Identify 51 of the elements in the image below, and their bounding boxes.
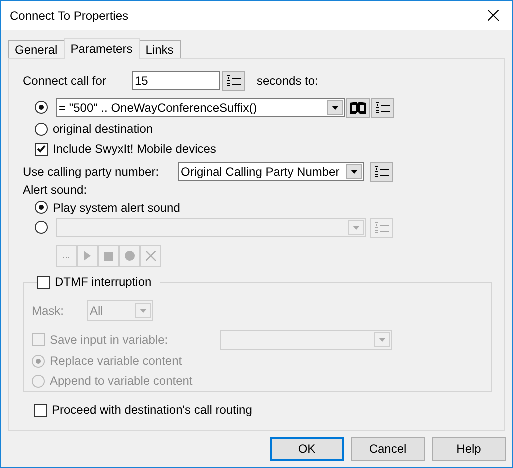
- dtmf-label: DTMF interruption: [55, 274, 152, 291]
- stop-icon: [104, 252, 113, 260]
- variable-list-icon: [226, 74, 242, 86]
- dialog-button[interactable]: OK: [270, 437, 344, 461]
- connect-call-label: Connect call for: [23, 72, 108, 90]
- window-title: Connect To Properties: [10, 8, 129, 24]
- radio-button[interactable]: [35, 122, 48, 136]
- caret-icon: [140, 308, 146, 312]
- radio-label: Append to variable content: [50, 373, 193, 390]
- play-icon: [84, 251, 91, 261]
- dialog-button[interactable]: Help: [432, 437, 506, 461]
- checkbox-label: Save input in variable:: [50, 332, 168, 348]
- caret-icon: [378, 338, 386, 342]
- radio-button[interactable]: [35, 101, 48, 114]
- tab[interactable]: General: [8, 40, 65, 58]
- dropdown-arrow-button[interactable]: [346, 164, 362, 179]
- variable-list-icon: [374, 102, 390, 114]
- close-button[interactable]: [486, 8, 500, 22]
- radio-label: Play system alert sound: [53, 200, 180, 216]
- caret-icon: [350, 170, 358, 174]
- book-icon: [350, 102, 366, 114]
- record-icon: [124, 251, 134, 261]
- calling-party-label: Use calling party number:: [23, 164, 160, 180]
- address-book-button[interactable]: [346, 98, 370, 118]
- variable-list-button[interactable]: [370, 162, 393, 182]
- radio-label: original destination: [53, 121, 154, 138]
- variable-list-button[interactable]: [371, 98, 394, 118]
- checkbox[interactable]: [34, 404, 47, 416]
- seconds-field[interactable]: 15: [132, 71, 220, 90]
- tab[interactable]: Parameters: [64, 38, 140, 59]
- alert-sound-label: Alert sound:: [23, 183, 88, 198]
- mask-label: Mask:: [32, 302, 66, 320]
- dialog-button[interactable]: Cancel: [351, 437, 425, 461]
- variable-list-icon: [374, 222, 390, 234]
- radio-button[interactable]: [35, 201, 48, 214]
- close-icon: [488, 10, 498, 21]
- variable-list-button[interactable]: [222, 70, 245, 90]
- dropdown-arrow-button[interactable]: [327, 100, 343, 115]
- caret-icon: [332, 106, 338, 110]
- calling-party-combo[interactable]: Original Calling Party Number: [178, 162, 364, 181]
- checkbox-label: Proceed with destination's call routing: [52, 402, 252, 419]
- seconds-to-label: seconds to:: [257, 72, 318, 90]
- close-icon: [146, 251, 156, 261]
- destination-combo[interactable]: = "500" .. OneWayConferenceSuffix(): [56, 98, 345, 117]
- checkbox[interactable]: [37, 276, 50, 288]
- tab[interactable]: Links: [138, 40, 181, 58]
- caret-icon: [352, 226, 360, 230]
- radio-label: Replace variable content: [50, 353, 182, 370]
- checkbox[interactable]: [35, 142, 48, 156]
- variable-list-icon: [374, 166, 390, 178]
- checkbox-label: Include SwyxIt! Mobile devices: [53, 141, 216, 158]
